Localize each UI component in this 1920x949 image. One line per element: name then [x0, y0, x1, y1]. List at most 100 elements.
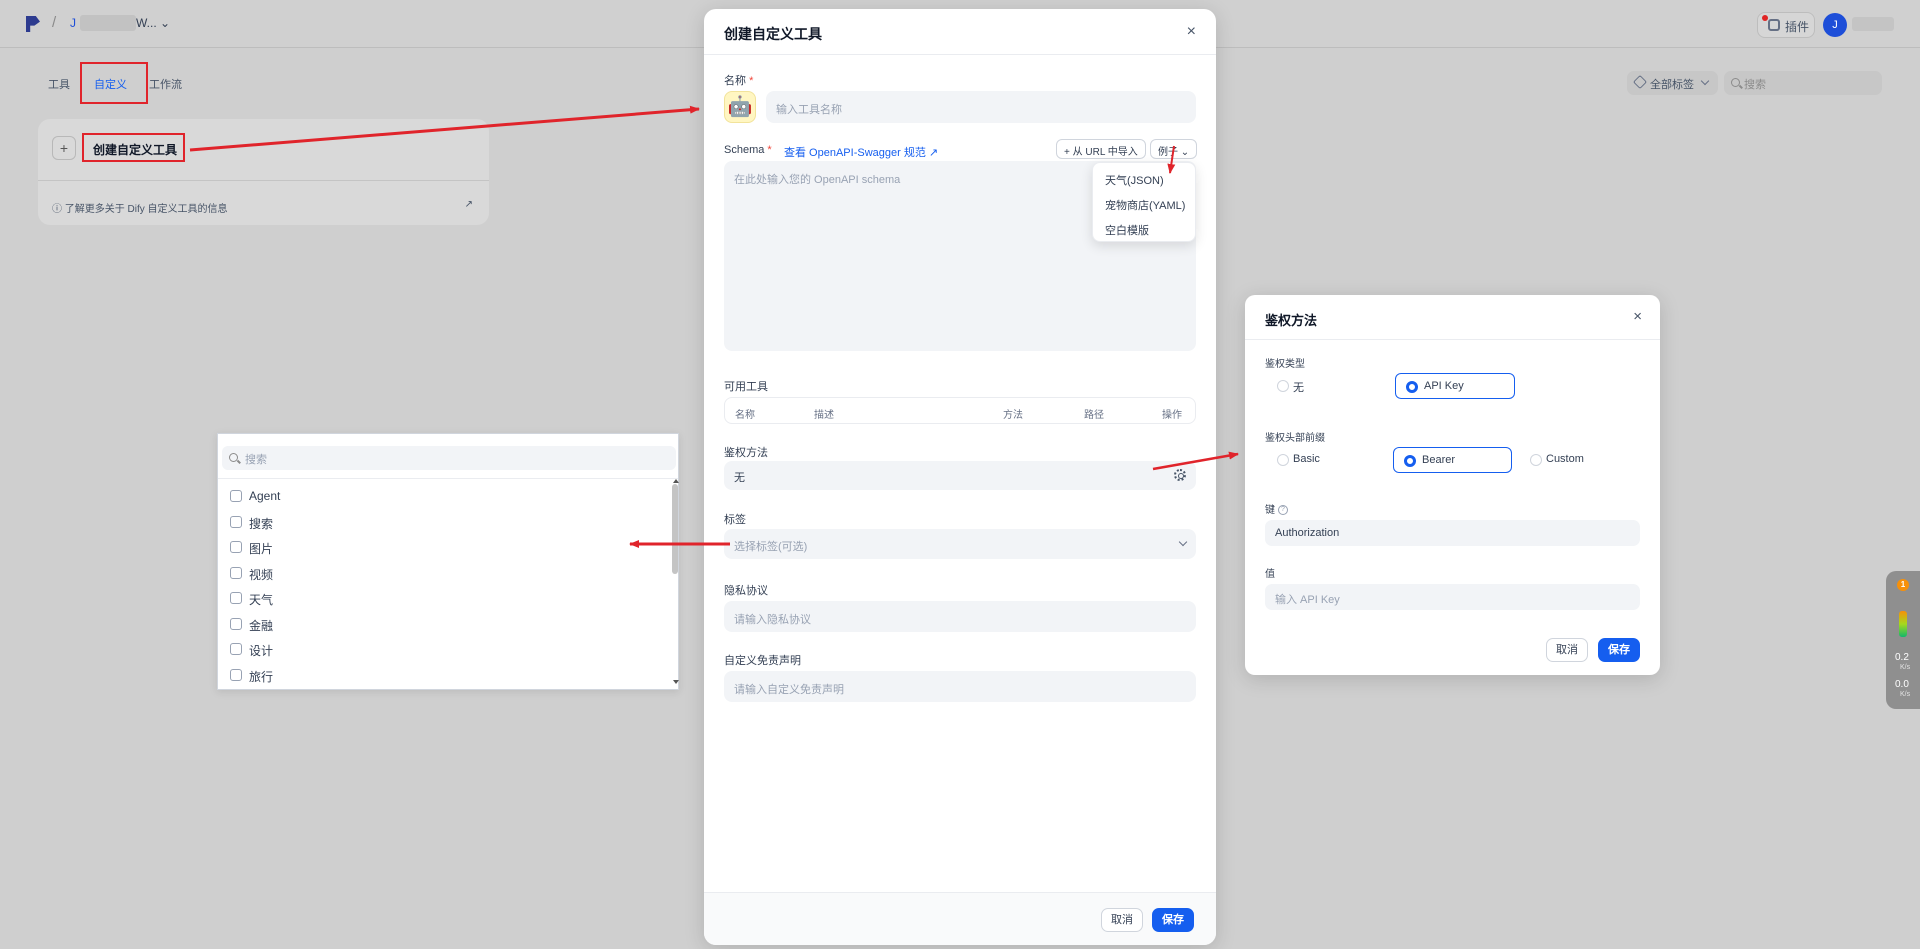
annotation-highlight-create-button — [82, 133, 185, 162]
auth-method-modal: 鉴权方法 × 鉴权类型 无 API Key 鉴权头部前缀 Basic Beare… — [1245, 295, 1660, 675]
name-label-text: 名称 — [724, 75, 746, 87]
tags-placeholder: 选择标签(可选) — [734, 541, 808, 553]
checkbox-icon[interactable] — [230, 618, 242, 630]
api-key-input[interactable]: 输入 API Key — [1265, 584, 1640, 610]
create-tool-modal: 创建自定义工具 × 名称 * 🤖 输入工具名称 Schema * 查看 Open… — [704, 9, 1216, 945]
tag-label: 天气 — [249, 593, 274, 607]
disclaimer-label: 自定义免责声明 — [724, 655, 801, 667]
radio-selected-icon — [1406, 381, 1418, 393]
table-header-name: 名称 — [735, 410, 755, 421]
tag-label: 视频 — [249, 568, 274, 582]
plugin-label: 插件 — [1785, 20, 1810, 34]
user-avatar[interactable]: J — [1823, 13, 1847, 37]
modal-title: 创建自定义工具 — [724, 26, 822, 42]
checkbox-icon[interactable] — [230, 490, 242, 502]
auth-method-field[interactable]: 无 — [724, 461, 1196, 490]
workspace-switcher[interactable]: W... ⌄ — [136, 16, 170, 30]
checkbox-icon[interactable] — [230, 669, 242, 681]
auth-type-api-key[interactable]: API Key — [1395, 373, 1515, 399]
search-input[interactable]: 搜索 — [1724, 71, 1882, 95]
modal-footer: 取消 保存 — [704, 892, 1216, 945]
tag-label: 搜索 — [249, 517, 274, 531]
checkbox-icon[interactable] — [230, 541, 242, 553]
tag-label: 旅行 — [249, 670, 274, 684]
example-dropdown-menu: 天气(JSON) 宠物商店(YAML) 空白模版 — [1092, 162, 1196, 242]
speed-bar — [1899, 611, 1907, 637]
plugin-icon — [1768, 19, 1780, 31]
close-icon[interactable]: × — [1187, 23, 1196, 41]
tags-select[interactable]: 选择标签(可选) — [724, 529, 1196, 559]
table-header-method: 方法 — [1003, 410, 1023, 421]
help-icon[interactable]: ? — [1278, 505, 1288, 516]
tool-name-input[interactable]: 输入工具名称 — [766, 91, 1196, 123]
table-header-description: 描述 — [814, 410, 834, 421]
close-icon[interactable]: × — [1633, 308, 1642, 325]
checkbox-icon[interactable] — [230, 592, 242, 604]
annotation-highlight-custom-tab — [80, 62, 148, 104]
network-speed-widget[interactable]: 1 0.2 K/s 0.0 K/s — [1886, 571, 1920, 709]
plus-icon: + — [52, 136, 76, 160]
auth-prefix-label: 鉴权头部前缀 — [1265, 433, 1325, 444]
radio-icon — [1277, 454, 1289, 466]
auth-modal-title: 鉴权方法 — [1265, 313, 1318, 328]
auth-type-label: 鉴权类型 — [1265, 359, 1305, 370]
tags-dropdown-panel: 搜索 Agent 搜索 图片 视频 天气 金融 设计 旅行 — [217, 433, 679, 690]
checkbox-icon[interactable] — [230, 567, 242, 579]
tag-icon — [1632, 74, 1648, 90]
scroll-up-arrow[interactable] — [673, 479, 679, 483]
dify-logo[interactable] — [26, 16, 40, 32]
auth-method-value: 无 — [734, 472, 745, 484]
tags-filter-label: 全部标签 — [1650, 79, 1694, 91]
save-button[interactable]: 保存 — [1598, 638, 1640, 662]
tags-search-input[interactable]: 搜索 — [222, 446, 676, 470]
privacy-input[interactable]: 请输入隐私协议 — [724, 601, 1196, 632]
plugin-button[interactable]: 插件 — [1757, 12, 1815, 38]
example-item-weather[interactable]: 天气(JSON) — [1105, 172, 1164, 188]
auth-modal-divider — [1245, 339, 1660, 340]
tag-label: Agent — [249, 489, 281, 503]
tags-filter[interactable]: 全部标签 — [1627, 71, 1718, 95]
key-input[interactable]: Authorization — [1265, 520, 1640, 546]
auth-prefix-basic[interactable]: Basic — [1273, 447, 1373, 473]
download-speed: 0.0 — [1895, 679, 1909, 690]
cancel-button[interactable]: 取消 — [1546, 638, 1588, 662]
available-tools-label: 可用工具 — [724, 381, 768, 393]
external-link-icon[interactable]: ↗ — [465, 199, 473, 210]
scrollbar[interactable] — [672, 484, 678, 574]
privacy-label: 隐私协议 — [724, 585, 768, 597]
radio-icon — [1530, 454, 1542, 466]
tag-label: 图片 — [249, 542, 274, 556]
example-item-petstore[interactable]: 宠物商店(YAML) — [1105, 197, 1185, 213]
gear-icon[interactable] — [1174, 469, 1186, 481]
scroll-down-arrow[interactable] — [673, 680, 679, 684]
checkbox-icon[interactable] — [230, 643, 242, 655]
example-item-blank[interactable]: 空白模版 — [1105, 222, 1149, 238]
auth-prefix-basic-label: Basic — [1293, 453, 1320, 465]
swagger-spec-link[interactable]: 查看 OpenAPI-Swagger 规范 ↗ — [784, 144, 938, 160]
user-name-redacted[interactable] — [1852, 17, 1894, 31]
tab-tools[interactable]: 工具 — [48, 76, 70, 92]
tag-label: 设计 — [249, 644, 274, 658]
notification-dot — [1762, 15, 1768, 21]
schema-label: Schema * — [724, 144, 772, 156]
example-button[interactable]: 例子 ⌄ — [1150, 139, 1198, 159]
learn-more-link[interactable]: ⓘ 了解更多关于 Dify 自定义工具的信息 — [52, 200, 228, 215]
tool-emoji-picker[interactable]: 🤖 — [724, 91, 756, 123]
modal-header-divider — [704, 54, 1216, 55]
disclaimer-input[interactable]: 请输入自定义免责声明 — [724, 671, 1196, 702]
workspace-initial: J — [70, 16, 76, 30]
auth-type-none[interactable]: 无 — [1273, 373, 1373, 399]
breadcrumb-separator: / — [52, 14, 57, 31]
cancel-button[interactable]: 取消 — [1101, 908, 1143, 932]
auth-type-api-key-label: API Key — [1424, 380, 1464, 392]
required-mark: * — [749, 75, 754, 87]
upload-unit: K/s — [1900, 664, 1911, 671]
auth-prefix-bearer[interactable]: Bearer — [1393, 447, 1512, 473]
import-from-url-button[interactable]: + 从 URL 中导入 — [1056, 139, 1146, 159]
tab-workflow[interactable]: 工作流 — [149, 76, 182, 92]
tags-divider — [218, 478, 678, 479]
auth-prefix-custom[interactable]: Custom — [1526, 447, 1626, 473]
save-button[interactable]: 保存 — [1152, 908, 1194, 932]
workspace-name-redacted[interactable] — [80, 15, 136, 31]
checkbox-icon[interactable] — [230, 516, 242, 528]
